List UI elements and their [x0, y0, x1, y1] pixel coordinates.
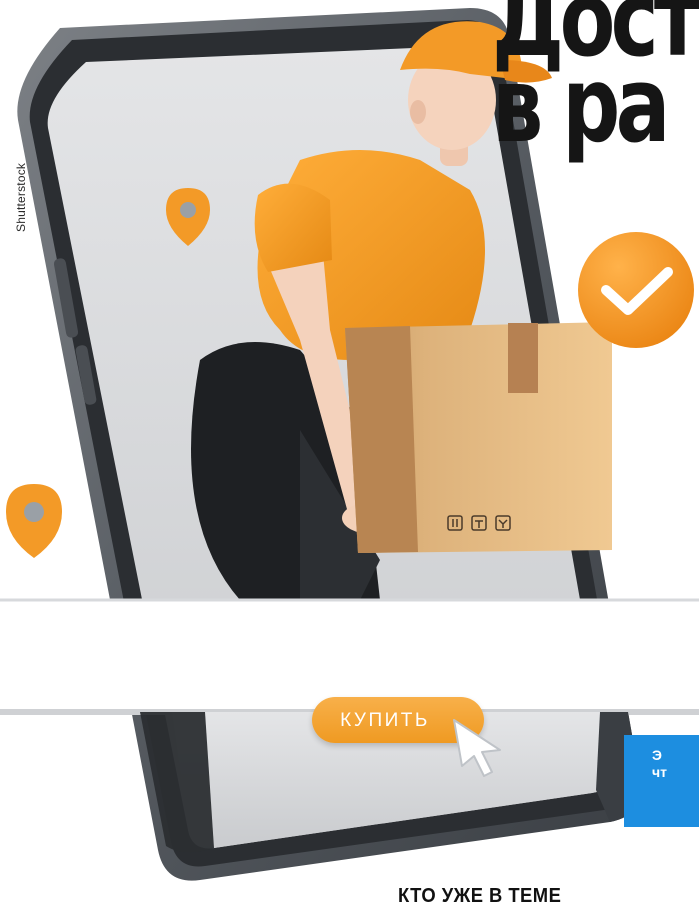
mouse-cursor-icon — [453, 719, 501, 777]
headline-line-2: в ра — [492, 44, 670, 166]
info-box-line-2: чт — [652, 764, 667, 780]
headline: Дост в ра — [492, 0, 699, 157]
checkmark-badge-icon — [578, 232, 694, 348]
map-pin-icon — [6, 484, 62, 558]
info-box-line-1: Э — [652, 747, 662, 763]
bottom-caption: КТО УЖЕ В ТЕМЕ — [398, 885, 562, 907]
banner-strip — [0, 600, 699, 712]
photo-credit: Shutterstock — [14, 162, 28, 232]
info-box-text: Э чт — [652, 747, 667, 781]
